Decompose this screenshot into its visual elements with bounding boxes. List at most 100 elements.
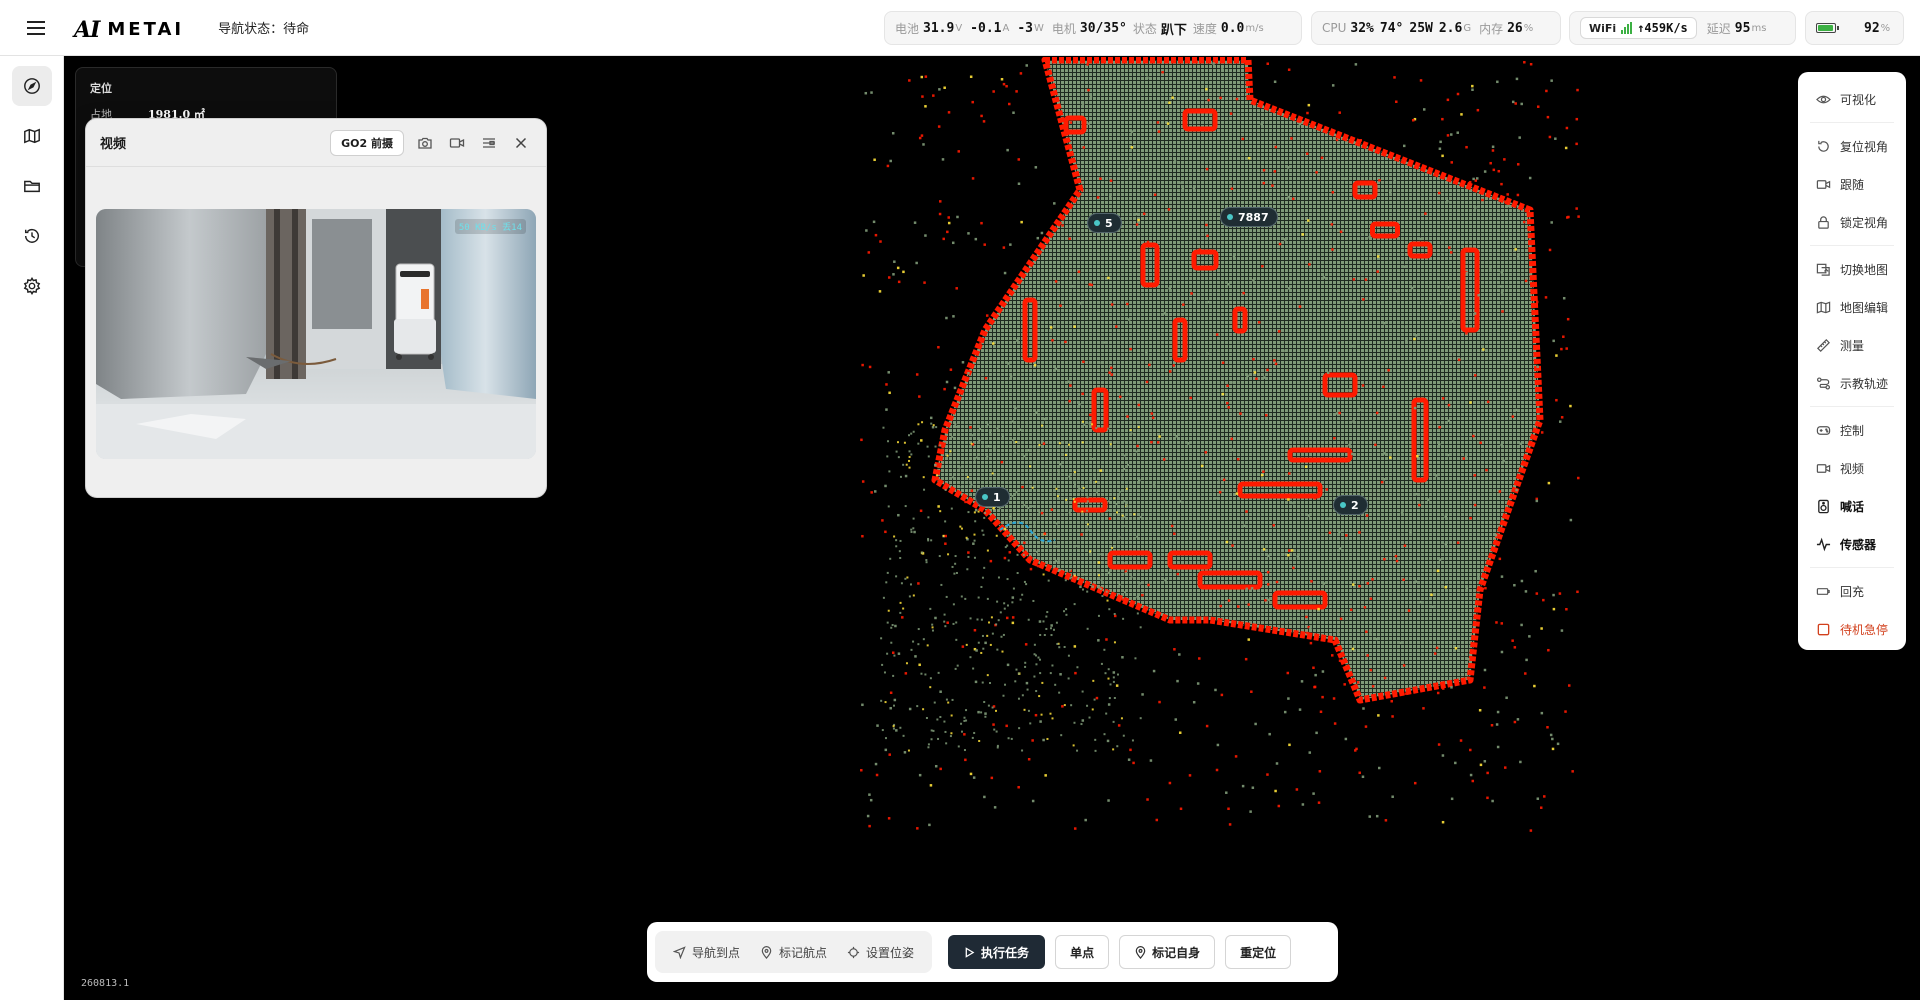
- tool-label: 传感器: [1840, 537, 1877, 552]
- map-floor: [935, 60, 1540, 700]
- set-pose-button[interactable]: 设置位姿: [837, 935, 924, 969]
- tool-visualize[interactable]: 可视化: [1798, 80, 1906, 118]
- waypoint-marker[interactable]: 5: [1087, 213, 1122, 233]
- snapshot-button[interactable]: [414, 132, 436, 154]
- camera-select[interactable]: GO2 前摄: [330, 129, 404, 156]
- tool-broadcast[interactable]: 喊话: [1798, 487, 1906, 525]
- nav-item-settings[interactable]: [12, 266, 52, 306]
- waypoint-marker[interactable]: 7887: [1220, 207, 1278, 227]
- waypoint-marker[interactable]: 2: [1333, 495, 1368, 515]
- mem-unit: %: [1523, 22, 1534, 34]
- latency-value: 95: [1734, 20, 1751, 36]
- menu-button[interactable]: [18, 10, 54, 46]
- stop-icon: [1817, 623, 1830, 635]
- cpu-mem: 2.6: [1438, 20, 1463, 36]
- network-status-pill: WiFi ↑459K/s 延迟 95 ms: [1569, 11, 1796, 45]
- tool-label: 切换地图: [1840, 262, 1889, 277]
- relocate-button[interactable]: 重定位: [1225, 935, 1292, 969]
- tool-label: 喊话: [1840, 499, 1865, 514]
- tool-follow[interactable]: 跟随: [1798, 165, 1906, 203]
- tool-switch-map[interactable]: 切换地图: [1798, 250, 1906, 288]
- waypoint-marker[interactable]: 1: [975, 487, 1010, 507]
- video-panel-title: 视频: [100, 137, 127, 152]
- close-icon: [515, 137, 527, 148]
- map-edit-icon: [1816, 300, 1831, 314]
- charge-icon: [1816, 587, 1830, 595]
- tool-recharge[interactable]: 回充: [1798, 572, 1906, 610]
- tool-divider: [1810, 567, 1894, 568]
- speed-value: 0.0: [1220, 20, 1245, 36]
- eye-icon: [1816, 95, 1831, 103]
- nav-to-point-button[interactable]: 导航到点: [663, 935, 750, 969]
- execute-task-button[interactable]: 执行任务: [948, 935, 1046, 969]
- hamburger-icon: [27, 20, 45, 35]
- battery-status-pill: 92 %: [1805, 11, 1904, 45]
- logo: AI METAI: [74, 15, 184, 41]
- battery-icon: [1816, 23, 1839, 33]
- tool-map-edit[interactable]: 地图编辑: [1798, 288, 1906, 326]
- tool-control[interactable]: 控制: [1798, 411, 1906, 449]
- motor-label: 电机: [1051, 21, 1076, 36]
- locate-title: 定位: [90, 82, 112, 95]
- mark-self-button[interactable]: 标记自身: [1119, 935, 1216, 969]
- gamepad-icon: [1816, 425, 1831, 435]
- tool-label: 视频: [1840, 461, 1865, 476]
- waypoint-label: 7887: [1238, 210, 1269, 224]
- video-panel-header[interactable]: 视频 GO2 前摄: [86, 119, 546, 167]
- tool-emergency-stop[interactable]: 待机急停: [1798, 610, 1906, 648]
- nav-item-files[interactable]: [12, 166, 52, 206]
- state-value: 趴下: [1160, 22, 1187, 38]
- tool-divider: [1810, 406, 1894, 407]
- tool-label: 复位视角: [1840, 139, 1889, 154]
- motor-temp: 30/35°: [1079, 20, 1127, 36]
- map-layer: [860, 57, 1580, 832]
- tool-measure[interactable]: 测量: [1798, 326, 1906, 364]
- stream-stats: 50 KB/s 丢14: [454, 219, 526, 234]
- layout-button[interactable]: [478, 132, 500, 154]
- tool-teach-route[interactable]: 示教轨迹: [1798, 364, 1906, 402]
- lock-icon: [1818, 215, 1829, 229]
- tool-sensors[interactable]: 传感器: [1798, 525, 1906, 563]
- single-point-label: 单点: [1070, 945, 1095, 960]
- ruler-icon: [1817, 338, 1830, 352]
- video-stream[interactable]: 50 KB/s 丢14: [96, 209, 536, 459]
- execute-task-label: 执行任务: [981, 945, 1030, 960]
- tool-label: 跟随: [1840, 177, 1865, 192]
- reset-view-icon: [1818, 140, 1829, 152]
- wifi-rate: ↑459K/s: [1637, 21, 1688, 35]
- mem-label: 内存: [1479, 21, 1504, 36]
- battery-fill: [1818, 25, 1833, 31]
- state-label: 状态: [1132, 21, 1157, 36]
- mark-waypoint-label: 标记航点: [779, 945, 828, 960]
- close-button[interactable]: [510, 132, 532, 154]
- nav-item-navigation[interactable]: [12, 66, 52, 106]
- waypoint-dot: [1227, 214, 1233, 220]
- tool-divider: [1810, 122, 1894, 123]
- relocate-label: 重定位: [1240, 945, 1277, 960]
- tool-label: 锁定视角: [1840, 215, 1889, 230]
- tool-label: 示教轨迹: [1840, 376, 1889, 391]
- current-unit: A: [1002, 22, 1010, 34]
- nav-to-point-label: 导航到点: [692, 945, 741, 960]
- tool-label: 待机急停: [1840, 622, 1889, 637]
- route-icon: [1816, 376, 1831, 390]
- cpu-mem-unit: G: [1463, 22, 1472, 34]
- logo-name: METAI: [107, 18, 185, 40]
- tool-lock-view[interactable]: 锁定视角: [1798, 203, 1906, 241]
- single-point-button[interactable]: 单点: [1055, 935, 1110, 969]
- compass-icon: [24, 78, 40, 94]
- tool-video[interactable]: 视频: [1798, 449, 1906, 487]
- nav-item-map[interactable]: [12, 116, 52, 156]
- tool-label: 地图编辑: [1840, 300, 1889, 315]
- tool-reset-view[interactable]: 复位视角: [1798, 127, 1906, 165]
- battery-unit: %: [1880, 22, 1891, 34]
- power-value: -3: [1017, 20, 1033, 36]
- nav-status: 导航状态：待命: [218, 22, 310, 37]
- record-button[interactable]: [446, 132, 468, 154]
- video-panel: 视频 GO2 前摄 50 KB/s 丢14: [85, 118, 547, 498]
- waypoint-label: 2: [1351, 498, 1359, 512]
- mark-waypoint-button[interactable]: 标记航点: [750, 935, 837, 969]
- gear-icon: [23, 277, 41, 295]
- follow-icon: [1816, 179, 1831, 189]
- nav-item-history[interactable]: [12, 216, 52, 256]
